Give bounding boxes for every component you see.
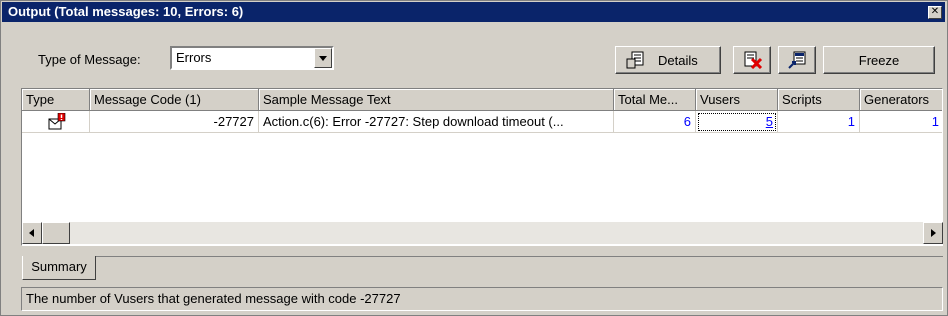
column-header-message-code[interactable]: Message Code (1) [90,89,259,111]
status-text: The number of Vusers that generated mess… [26,291,401,306]
table-cell-code[interactable]: -27727 [90,111,259,133]
table-cell-scripts[interactable]: 1 [778,111,860,133]
type-of-message-label: Type of Message: [38,52,141,67]
arrow-right-icon [931,229,936,237]
status-bar: The number of Vusers that generated mess… [21,287,943,311]
dropdown-button[interactable] [314,48,332,68]
scroll-right-button[interactable] [923,222,943,244]
table-cell-generators[interactable]: 1 [860,111,942,133]
tab-divider [96,256,943,257]
export-icon [788,51,806,69]
column-header-type[interactable]: Type [22,89,90,111]
vusers-link[interactable]: 5 [766,114,773,129]
type-of-message-select[interactable]: Errors [170,46,334,70]
details-icon [626,51,644,69]
table-cell-total[interactable]: 6 [614,111,696,133]
clear-icon [744,51,763,69]
column-header-generators[interactable]: Generators [860,89,942,111]
column-header-scripts[interactable]: Scripts [778,89,860,111]
tab-summary[interactable]: Summary [22,256,96,280]
error-message-icon [48,113,66,130]
close-button[interactable]: ✕ [928,6,942,19]
column-header-total-messages[interactable]: Total Me... [614,89,696,111]
column-header-vusers[interactable]: Vusers [696,89,778,111]
freeze-button[interactable]: Freeze [823,46,935,74]
freeze-label: Freeze [858,53,900,68]
table-row-type[interactable] [22,111,90,133]
window-title: Output (Total messages: 10, Errors: 6) [8,4,244,19]
export-button[interactable] [778,46,816,74]
column-header-sample-text[interactable]: Sample Message Text [259,89,614,111]
clear-messages-button[interactable] [733,46,771,74]
table-cell-vusers[interactable]: 5 [696,111,778,133]
arrow-left-icon [29,229,34,237]
table-cell-text[interactable]: Action.c(6): Error -27727: Step download… [259,111,614,133]
close-icon: ✕ [930,6,940,17]
type-of-message-value: Errors [176,50,212,65]
scroll-left-button[interactable] [22,222,42,244]
horizontal-scrollbar[interactable] [22,222,943,244]
scroll-thumb[interactable] [42,222,70,244]
details-button[interactable]: Details [615,46,721,74]
title-bar[interactable]: Output (Total messages: 10, Errors: 6) ✕ [2,2,945,22]
chevron-down-icon [319,56,327,61]
details-label: Details [658,53,698,68]
